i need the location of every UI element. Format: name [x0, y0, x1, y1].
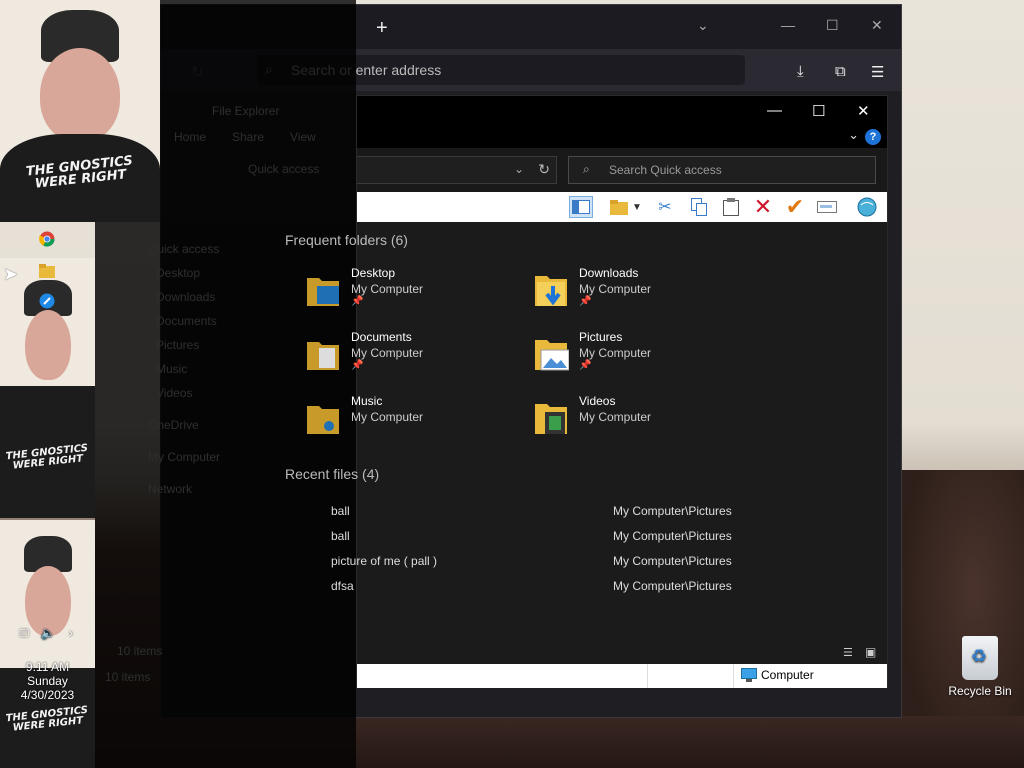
refresh-icon[interactable]: ↻: [538, 161, 550, 178]
chevron-right-icon[interactable]: ›: [64, 626, 78, 640]
explorer-title-bar[interactable]: — ☐ ✕: [357, 96, 887, 126]
new-tab-button[interactable]: +: [376, 17, 388, 40]
ghost-explorer-titlebar: File Explorer Home Share View Quick acce…: [160, 0, 356, 222]
pin-icon: 📌: [579, 360, 592, 371]
documents-folder-icon: [305, 334, 341, 372]
ghost-tab-share: Share: [232, 130, 265, 144]
search-input[interactable]: ⌕ Search Quick access: [568, 156, 876, 184]
desktop-folder-icon: [305, 270, 341, 308]
ghost-status-items: 10 items: [105, 670, 151, 684]
network-icon[interactable]: ⎚: [17, 626, 31, 640]
new-folder-icon[interactable]: [607, 196, 631, 218]
folder-tile-music[interactable]: Music My Computer: [305, 394, 505, 446]
file-explorer-window[interactable]: — ☐ ✕ ⌄ ? ⌄ ↻ ⌕ Search Quick access ▼ ✂ …: [285, 95, 889, 688]
check-icon[interactable]: ✔: [783, 194, 807, 219]
downloads-icon[interactable]: ⤓: [797, 63, 804, 80]
paste-icon[interactable]: [719, 196, 743, 218]
mouse-cursor-icon: ➤: [3, 264, 19, 284]
quick-access-content: Frequent folders (6) Desktop My Computer…: [285, 222, 889, 642]
dropdown-arrow-icon[interactable]: ▼: [631, 196, 643, 218]
ghost-nav-item: Desktop: [156, 266, 201, 280]
maximize-button[interactable]: ☐: [812, 102, 825, 120]
ghost-tab-view: View: [290, 130, 316, 144]
rename-icon[interactable]: [815, 196, 839, 218]
ghost-nav-item: Music: [156, 362, 188, 376]
videos-folder-icon: [533, 398, 569, 436]
ghost-nav-item: My Computer: [148, 450, 221, 464]
recent-file-row[interactable]: ball My Computer\Pictures: [331, 504, 889, 524]
recent-files-title[interactable]: Recent files (4): [285, 466, 379, 482]
ghost-nav-item: Pictures: [156, 338, 200, 352]
computer-icon: [741, 668, 757, 685]
ghost-nav-item: Quick access: [148, 242, 220, 256]
menu-icon[interactable]: ☰: [871, 63, 884, 81]
status-bar: Computer: [357, 664, 887, 688]
folder-tile-videos[interactable]: Videos My Computer: [533, 394, 733, 446]
view-toggle-bar: ☰ ▣: [357, 642, 887, 664]
copy-icon[interactable]: [687, 196, 711, 218]
preview-pane-icon[interactable]: [569, 196, 593, 218]
app-taskbar-icon[interactable]: [38, 292, 56, 310]
music-folder-icon: [305, 398, 341, 436]
ghost-address: Quick access: [248, 162, 320, 176]
help-button[interactable]: ?: [865, 129, 881, 145]
folder-tile-desktop[interactable]: Desktop My Computer 📌: [305, 266, 505, 318]
browser-minimize-button[interactable]: —: [781, 17, 795, 33]
clock-day[interactable]: Sunday: [0, 674, 95, 688]
system-tray: ⎚ 🔈 › 9:11 AM Sunday 4/30/2023: [0, 626, 95, 702]
frequent-folders-title[interactable]: Frequent folders (6): [285, 232, 408, 248]
pin-icon: 📌: [351, 360, 364, 371]
ghost-nav-item: Network: [148, 482, 193, 496]
extensions-icon[interactable]: ⧉: [835, 63, 846, 80]
file-explorer-taskbar-icon[interactable]: [38, 262, 56, 280]
pictures-folder-icon: [533, 334, 570, 372]
ghost-nav-item: OneDrive: [148, 418, 199, 432]
minimize-button[interactable]: —: [767, 102, 782, 119]
recycle-bin-icon: [962, 636, 998, 680]
address-dropdown-chevron-icon[interactable]: ⌄: [514, 162, 524, 176]
clock-date[interactable]: 4/30/2023: [0, 688, 95, 702]
recycle-bin-desktop-icon[interactable]: Recycle Bin: [948, 636, 1012, 698]
pin-icon: 📌: [579, 296, 592, 307]
search-icon: ⌕: [583, 162, 590, 176]
folder-tile-downloads[interactable]: Downloads My Computer 📌: [533, 266, 733, 318]
ghost-title: File Explorer: [212, 104, 280, 118]
address-bar[interactable]: ⌄ ↻: [357, 156, 557, 184]
ghost-tab-home: Home: [174, 130, 207, 144]
tab-list-chevron-icon[interactable]: ⌄: [697, 17, 709, 34]
ghost-nav-item: Downloads: [156, 290, 216, 304]
explorer-address-row: ⌄ ↻ ⌕ Search Quick access: [357, 148, 887, 192]
search-placeholder: Search Quick access: [609, 163, 722, 177]
face: [24, 310, 71, 380]
downloads-folder-icon: [533, 270, 569, 308]
close-button[interactable]: ✕: [857, 102, 870, 120]
delete-icon[interactable]: ✕: [751, 194, 775, 219]
clock-time[interactable]: 9:11 AM: [0, 660, 95, 674]
webcam-view-large: THE GNOSTICS WERE RIGHT: [0, 0, 160, 222]
ghost-nav-item: Videos: [156, 386, 193, 400]
face: [40, 48, 120, 142]
recycle-bin-label: Recycle Bin: [948, 684, 1012, 698]
large-icons-view-icon[interactable]: ▣: [865, 645, 876, 659]
folder-tile-documents[interactable]: Documents My Computer 📌: [305, 330, 505, 382]
details-view-icon[interactable]: ☰: [843, 646, 853, 659]
recent-file-row[interactable]: ball My Computer\Pictures: [331, 529, 889, 549]
chrome-taskbar-icon[interactable]: [38, 230, 56, 248]
browser-maximize-button[interactable]: ☐: [826, 17, 839, 34]
pin-icon: 📌: [351, 296, 364, 307]
wallpaper-floor: [356, 716, 1024, 768]
ghost-nav-item: Documents: [156, 314, 217, 328]
status-location: Computer: [761, 668, 814, 682]
recent-file-row[interactable]: dfsa My Computer\Pictures: [331, 579, 889, 599]
recent-file-row[interactable]: picture of me ( pall ) My Computer\Pictu…: [331, 554, 889, 574]
collapse-ribbon-chevron-icon[interactable]: ⌄: [848, 127, 859, 143]
cut-icon[interactable]: ✂: [653, 196, 677, 218]
folder-tile-pictures[interactable]: Pictures My Computer 📌: [533, 330, 733, 382]
ribbon-tab-bar: ⌄ ?: [357, 126, 887, 148]
ghost-items-count: 10 items: [117, 644, 163, 658]
command-toolbar: ▼ ✂ ✕ ✔: [357, 192, 887, 222]
globe-icon[interactable]: [855, 196, 879, 218]
volume-icon[interactable]: 🔈: [41, 626, 56, 640]
browser-close-button[interactable]: ✕: [871, 17, 883, 34]
